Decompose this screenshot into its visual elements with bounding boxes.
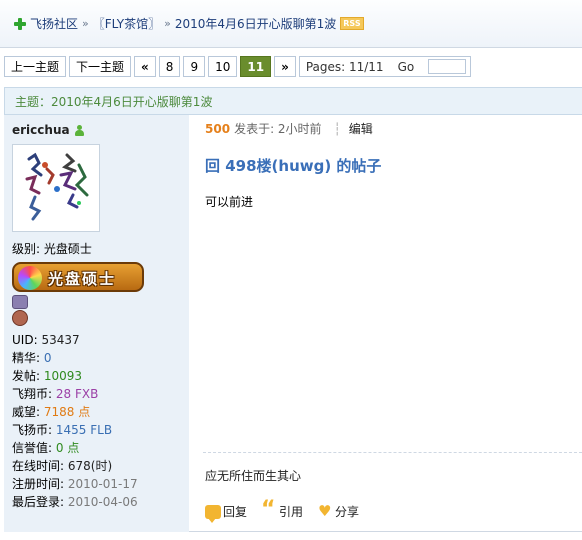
- medal-icon: [12, 310, 28, 326]
- prev-topic-button[interactable]: 上一主题: [4, 56, 67, 77]
- stat-posts: 发帖: 10093: [12, 369, 83, 383]
- online-status-icon: [74, 124, 84, 136]
- signature: 应无所住而生其心: [205, 469, 302, 483]
- share-label: 分享: [335, 505, 360, 519]
- page-jump-input[interactable]: [428, 59, 467, 74]
- reply-icon: [205, 504, 221, 523]
- author-stats: UID: 53437 精华: 0 发帖: 10093 飞翔币: 28 FXB 威…: [12, 331, 138, 511]
- current-page: 11: [240, 56, 272, 77]
- stat-digest: 精华: 0: [12, 351, 52, 365]
- stat-fxb: 飞翔币: 28 FXB: [12, 387, 99, 401]
- quote-icon: [261, 497, 277, 522]
- meta-separator: ┆: [333, 121, 341, 136]
- level-badge-text: 光盘硕士: [48, 270, 117, 288]
- quote-button[interactable]: 引用: [261, 497, 304, 522]
- post-bottom-border: [189, 531, 582, 532]
- breadcrumb-topic[interactable]: 2010年4月6日开心版聊第1波: [175, 15, 336, 32]
- author-name-row: ericchua: [12, 123, 84, 137]
- breadcrumb-separator: »: [82, 17, 89, 30]
- floor-number[interactable]: 500: [205, 122, 230, 136]
- stat-uid: UID: 53437: [12, 333, 80, 347]
- breadcrumb-home[interactable]: 飞扬社区: [30, 15, 78, 32]
- thread-subject: 主题：2010年4月6日开心版聊第1波: [15, 94, 213, 109]
- page-button-8[interactable]: 8: [158, 56, 181, 77]
- next-topic-button[interactable]: 下一主题: [69, 56, 132, 77]
- stat-flb: 飞扬币: 1455 FLB: [12, 423, 113, 437]
- rss-icon[interactable]: RSS: [340, 17, 364, 30]
- post-title: 回 498楼(huwg) 的帖子: [205, 157, 382, 175]
- breadcrumb-forum[interactable]: 〖FLY茶馆〗: [93, 15, 160, 32]
- first-page-button[interactable]: «: [134, 56, 156, 77]
- stat-credit: 信誉值: 0 点: [12, 441, 80, 455]
- stat-register-date: 注册时间: 2010-01-17: [12, 477, 138, 491]
- next-page-button[interactable]: »: [274, 56, 296, 77]
- reply-label: 回复: [223, 505, 248, 519]
- page-button-9[interactable]: 9: [183, 56, 206, 77]
- post-time: 发表于: 2小时前: [234, 122, 322, 136]
- subject-bar: 主题：2010年4月6日开心版聊第1波: [4, 87, 582, 115]
- plus-icon[interactable]: [14, 17, 26, 30]
- stat-prestige: 威望: 7188 点: [12, 405, 91, 419]
- signature-divider: [203, 452, 582, 453]
- post-body: 可以前进: [205, 195, 254, 209]
- author-level: 级别: 光盘硕士: [12, 242, 92, 256]
- avatar[interactable]: [12, 144, 100, 232]
- share-button[interactable]: 分享: [317, 502, 360, 520]
- breadcrumb-separator: »: [164, 17, 171, 30]
- post-meta: 500 发表于: 2小时前 ┆ 编辑: [205, 120, 373, 137]
- stat-online-time: 在线时间: 678(时): [12, 459, 113, 473]
- pages-info: Pages: 11/11: [305, 59, 384, 74]
- pagination: 上一主题 下一主题 « 8 9 10 11 » Pages: 11/11 Go: [4, 56, 472, 77]
- author-panel: ericchua 级别: 光盘硕士 光盘硕士 UID: 53437 精华: 0 …: [4, 115, 189, 532]
- page-button-10[interactable]: 10: [208, 56, 238, 77]
- quote-label: 引用: [279, 505, 304, 519]
- stat-last-login: 最后登录: 2010-04-06: [12, 495, 138, 509]
- disc-icon: [18, 266, 42, 290]
- edit-link[interactable]: 编辑: [349, 120, 373, 137]
- go-label: Go: [397, 59, 415, 74]
- author-name[interactable]: ericchua: [12, 123, 70, 137]
- reply-button[interactable]: 回复: [205, 503, 248, 523]
- medal-icon: [12, 295, 28, 309]
- breadcrumb: 飞扬社区 » 〖FLY茶馆〗 » 2010年4月6日开心版聊第1波 RSS: [0, 0, 582, 48]
- page-jump: Pages: 11/11 Go: [298, 56, 472, 77]
- level-badge: 光盘硕士: [12, 262, 144, 292]
- heart-icon: [317, 502, 333, 520]
- avatar-image: [25, 152, 89, 221]
- post-actions: 回复 引用 分享: [205, 497, 360, 523]
